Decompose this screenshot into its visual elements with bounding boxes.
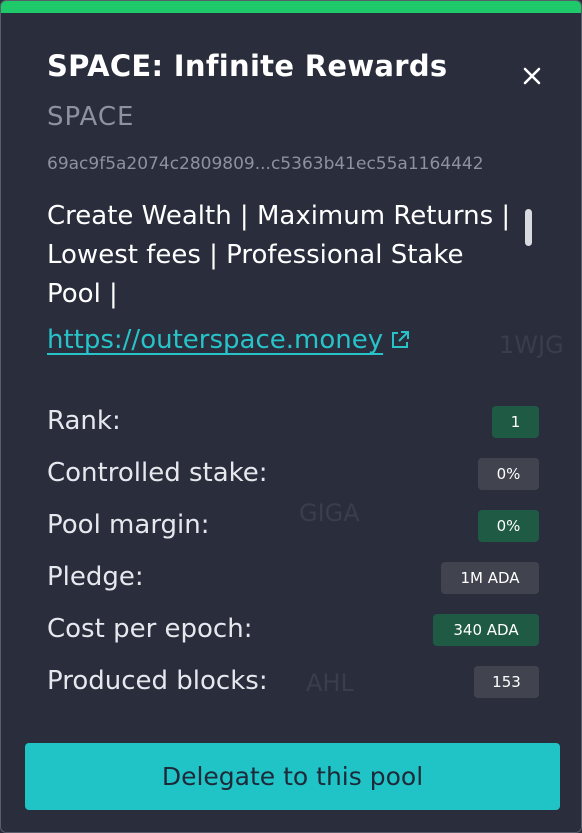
pool-homepage-link[interactable]: https://outerspace.money [47,325,411,355]
stat-label-pledge: Pledge: [47,562,144,592]
delegate-button[interactable]: Delegate to this pool [25,743,560,810]
progress-bar [1,1,581,13]
rank-badge: 1 [492,406,539,438]
stat-label-cost-per-epoch: Cost per epoch: [47,614,253,644]
close-icon [523,67,541,85]
description-scrollbar[interactable] [525,209,532,246]
pool-details-panel: 1WJG GIGA AHL SPACE: Infinite Rewards SP… [0,0,582,833]
bg-tile-ticker: AHL [306,669,354,697]
controlled-stake-badge: 0% [478,458,539,490]
pool-description: Create Wealth | Maximum Returns | Lowest… [47,201,511,309]
pool-title: SPACE: Infinite Rewards [47,49,448,83]
cost-per-epoch-badge: 340 ADA [433,614,539,646]
external-link-icon [392,331,410,348]
close-button[interactable] [515,59,549,93]
pool-margin-badge: 0% [478,510,539,542]
pool-description-scroll[interactable]: Create Wealth | Maximum Returns | Lowest… [47,197,517,313]
stat-label-controlled-stake: Controlled stake: [47,458,268,488]
stat-label-pool-margin: Pool margin: [47,510,210,540]
bg-tile-ticker: GIGA [299,499,360,527]
produced-blocks-badge: 153 [474,666,539,698]
bg-tile-ticker: 1WJG [499,331,564,359]
pledge-badge: 1M ADA [441,562,539,594]
stat-label-rank: Rank: [47,406,121,436]
pool-id: 69ac9f5a2074c2809809...c5363b41ec55a1164… [47,154,484,174]
stat-label-produced-blocks: Produced blocks: [47,666,268,696]
pool-homepage-link-text: https://outerspace.money [47,325,384,355]
pool-ticker: SPACE [47,102,135,132]
